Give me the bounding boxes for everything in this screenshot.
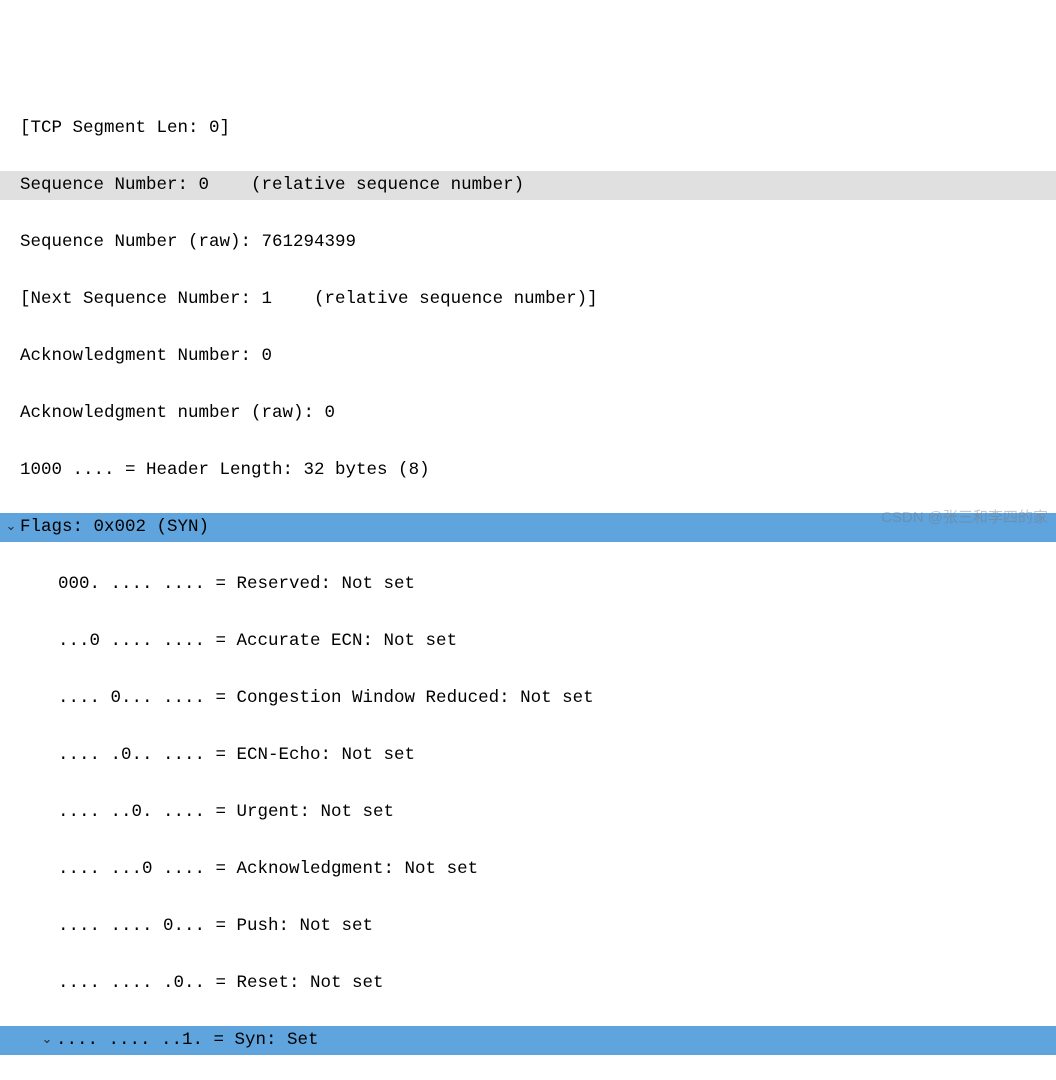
field-text: .... .... .0.. = Reset: Not set: [58, 969, 384, 998]
field-flag-cwr[interactable]: .... 0... .... = Congestion Window Reduc…: [0, 684, 1056, 713]
field-sequence-number-relative[interactable]: Sequence Number: 0 (relative sequence nu…: [0, 171, 1056, 200]
chevron-down-icon[interactable]: ⌄: [40, 1026, 54, 1055]
field-flag-urgent[interactable]: .... ..0. .... = Urgent: Not set: [0, 798, 1056, 827]
field-next-sequence-number[interactable]: [Next Sequence Number: 1 (relative seque…: [0, 285, 1056, 314]
field-text: [Next Sequence Number: 1 (relative seque…: [20, 285, 598, 314]
field-text: .... ...0 .... = Acknowledgment: Not set: [58, 855, 478, 884]
watermark-text: CSDN @张三和李四的家: [881, 504, 1048, 533]
field-flag-reserved[interactable]: 000. .... .... = Reserved: Not set: [0, 570, 1056, 599]
field-text: 1000 .... = Header Length: 32 bytes (8): [20, 456, 430, 485]
field-flag-syn[interactable]: ⌄.... .... ..1. = Syn: Set: [0, 1026, 1056, 1055]
field-text: ...0 .... .... = Accurate ECN: Not set: [58, 627, 457, 656]
field-acknowledgment-number[interactable]: Acknowledgment Number: 0: [0, 342, 1056, 371]
field-flag-acknowledgment[interactable]: .... ...0 .... = Acknowledgment: Not set: [0, 855, 1056, 884]
field-flag-accurate-ecn[interactable]: ...0 .... .... = Accurate ECN: Not set: [0, 627, 1056, 656]
field-text: .... .... ..1. = Syn: Set: [56, 1026, 319, 1055]
field-tcp-segment-len[interactable]: [TCP Segment Len: 0]: [0, 114, 1056, 143]
field-text: Acknowledgment Number: 0: [20, 342, 272, 371]
chevron-down-icon[interactable]: ⌄: [4, 513, 18, 542]
field-text: 000. .... .... = Reserved: Not set: [58, 570, 415, 599]
field-text: .... .0.. .... = ECN-Echo: Not set: [58, 741, 415, 770]
field-text: .... 0... .... = Congestion Window Reduc…: [58, 684, 594, 713]
field-flag-push[interactable]: .... .... 0... = Push: Not set: [0, 912, 1056, 941]
field-text: [TCP Segment Len: 0]: [20, 114, 230, 143]
field-flag-reset[interactable]: .... .... .0.. = Reset: Not set: [0, 969, 1056, 998]
field-text: .... ..0. .... = Urgent: Not set: [58, 798, 394, 827]
field-text: Sequence Number (raw): 761294399: [20, 228, 356, 257]
field-acknowledgment-number-raw[interactable]: Acknowledgment number (raw): 0: [0, 399, 1056, 428]
field-sequence-number-raw[interactable]: Sequence Number (raw): 761294399: [0, 228, 1056, 257]
field-header-length[interactable]: 1000 .... = Header Length: 32 bytes (8): [0, 456, 1056, 485]
field-text: Sequence Number: 0 (relative sequence nu…: [20, 171, 524, 200]
field-flag-ecn-echo[interactable]: .... .0.. .... = ECN-Echo: Not set: [0, 741, 1056, 770]
field-text: Acknowledgment number (raw): 0: [20, 399, 335, 428]
field-text: Flags: 0x002 (SYN): [20, 513, 209, 542]
field-text: .... .... 0... = Push: Not set: [58, 912, 373, 941]
